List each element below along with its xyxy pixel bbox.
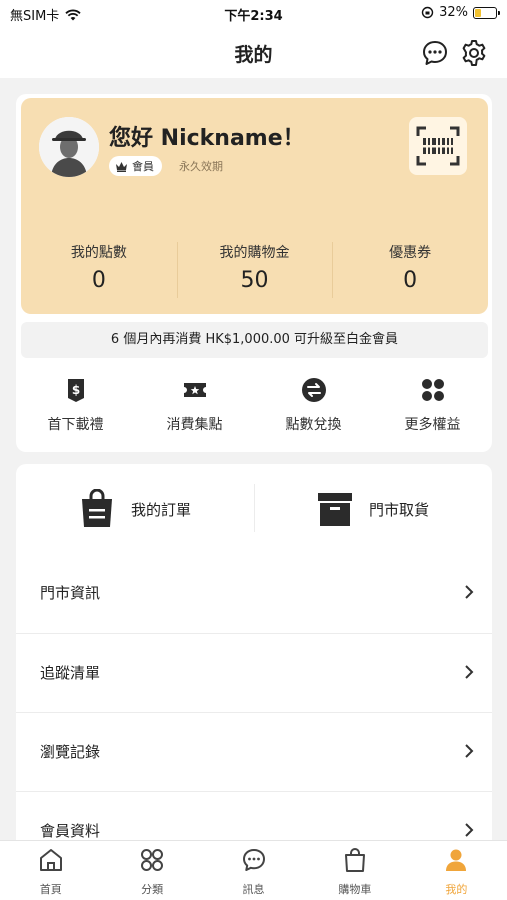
- battery-icon: [473, 6, 500, 19]
- validity-text: 永久效期: [179, 160, 223, 173]
- order-label: 門市取貨: [368, 500, 429, 519]
- message-icon: [242, 849, 265, 871]
- exchange-icon: [301, 378, 326, 402]
- stat-value: 0: [91, 268, 106, 293]
- orders-section: 我的訂單 門市取貨: [16, 464, 492, 554]
- benefit-label: 更多權益: [404, 417, 461, 433]
- benefit-label: 首下載禮: [47, 417, 104, 433]
- chevron-right-icon: [465, 665, 474, 679]
- profile-icon: [446, 849, 467, 871]
- my-orders-button[interactable]: 我的訂單: [16, 464, 254, 554]
- tab-profile[interactable]: 我的: [406, 841, 507, 900]
- tab-messages[interactable]: 訊息: [203, 841, 304, 900]
- menu-item-watchlist[interactable]: 追蹤清單: [16, 633, 492, 712]
- member-barcode-button[interactable]: [409, 117, 467, 175]
- orientation-lock-icon: [421, 6, 434, 19]
- grid-more-icon: [421, 379, 444, 401]
- store-box-icon: [317, 493, 352, 526]
- stat-label: 我的點數: [70, 245, 127, 261]
- chat-bubble-icon[interactable]: [421, 39, 449, 67]
- benefit-label: 消費集點: [166, 417, 223, 433]
- dollar-tag-icon: $: [67, 379, 84, 402]
- stat-shopping-credit[interactable]: 我的購物金 50: [176, 240, 333, 300]
- benefit-points-exchange[interactable]: 點數兌換: [254, 372, 373, 442]
- benefit-download-gift[interactable]: $ 首下載禮: [16, 372, 135, 442]
- tab-home[interactable]: 首頁: [0, 841, 101, 900]
- menu-item-store-info[interactable]: 門市資訊: [16, 554, 492, 633]
- battery-percent: 32%: [439, 5, 468, 20]
- upgrade-notice: 6 個月內再消費 HK$1,000.00 可升級至白金會員: [21, 322, 488, 358]
- crown-icon: [116, 161, 127, 172]
- benefit-more[interactable]: 更多權益: [373, 372, 492, 442]
- tab-label: 首頁: [39, 883, 62, 896]
- order-label: 我的訂單: [130, 500, 191, 519]
- home-icon: [39, 849, 62, 871]
- tier-badge: 會員: [109, 156, 162, 176]
- avatar-silhouette-icon: [39, 117, 99, 177]
- tab-label: 分類: [141, 883, 164, 896]
- store-pickup-button[interactable]: 門市取貨: [254, 464, 492, 554]
- chevron-right-icon: [465, 585, 474, 599]
- tab-label: 我的: [445, 883, 468, 896]
- svg-text:$: $: [71, 383, 79, 397]
- greeting-text: 您好 Nickname！: [109, 126, 305, 151]
- star-ticket-icon: [183, 383, 206, 397]
- cart-bag-icon: [344, 848, 365, 872]
- category-icon: [141, 849, 164, 871]
- benefits-row: $ 首下載禮 消費集點 點數兌換 更多權益: [16, 372, 492, 442]
- tab-category[interactable]: 分類: [101, 841, 202, 900]
- stat-coupons[interactable]: 優惠券 0: [332, 240, 488, 300]
- chevron-right-icon: [465, 744, 474, 758]
- stat-label: 優惠券: [389, 245, 432, 261]
- benefit-label: 點數兌換: [285, 417, 342, 433]
- menu-label: 追蹤清單: [40, 664, 101, 682]
- stat-value: 50: [240, 268, 269, 293]
- chevron-right-icon: [465, 823, 474, 837]
- menu-list: 門市資訊 追蹤清單 瀏覽記錄 會員資料: [16, 554, 492, 870]
- barcode-scan-icon: [416, 126, 460, 166]
- tier-label: 會員: [132, 160, 154, 173]
- tab-bar: 首頁 分類 訊息 購物車 我的: [0, 840, 507, 900]
- shopping-bag-icon: [81, 489, 112, 527]
- tab-label: 購物車: [338, 883, 372, 896]
- tab-label: 訊息: [242, 883, 265, 896]
- benefit-collect-points[interactable]: 消費集點: [135, 372, 254, 442]
- menu-item-browsing-history[interactable]: 瀏覽記錄: [16, 712, 492, 791]
- member-stats: 我的點數 0 我的購物金 50 優惠券 0: [21, 240, 488, 300]
- battery-level: [475, 8, 481, 17]
- status-bar: 無SIM卡 下午2:34 32%: [0, 0, 507, 28]
- nav-bar: 我的: [0, 28, 507, 78]
- gear-icon[interactable]: [460, 39, 488, 67]
- stat-label: 我的購物金: [219, 245, 290, 261]
- tab-cart[interactable]: 購物車: [304, 841, 405, 900]
- stat-points[interactable]: 我的點數 0: [21, 240, 177, 300]
- avatar[interactable]: [39, 117, 99, 177]
- menu-label: 門市資訊: [40, 584, 101, 602]
- stat-value: 0: [403, 268, 418, 293]
- menu-label: 瀏覽記錄: [40, 743, 101, 761]
- member-card: 您好 Nickname！ 會員 永久效期 我的點數 0 我的購物金 50 優惠券…: [21, 98, 488, 314]
- menu-label: 會員資料: [40, 822, 101, 840]
